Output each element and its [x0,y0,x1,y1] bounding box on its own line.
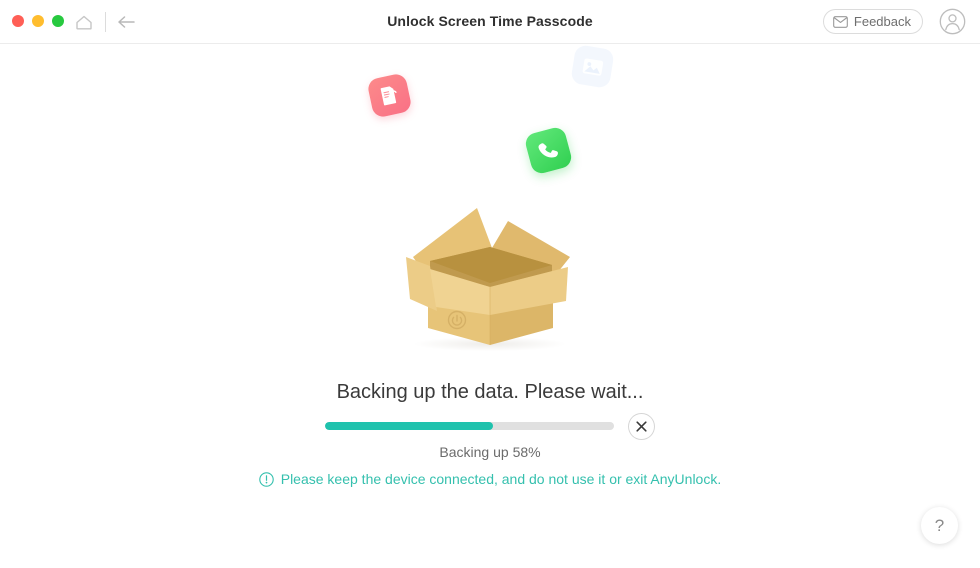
account-button[interactable] [939,8,966,35]
open-cardboard-box-illustration [380,195,600,360]
cardboard-box-icon [406,208,570,345]
app-window: Unlock Screen Time Passcode Feedback Bac… [0,0,980,568]
device-notice: Please keep the device connected, and do… [0,471,980,487]
feedback-button[interactable]: Feedback [822,9,923,34]
music-note-document-glyph [380,86,397,106]
photos-icon [570,44,615,89]
device-notice-text: Please keep the device connected, and do… [280,471,722,487]
close-icon [636,420,647,432]
picture-glyph [582,57,603,76]
progress-label: Backing up 58% [439,444,541,460]
envelope-icon [833,15,848,28]
title-bar: Unlock Screen Time Passcode Feedback [0,0,980,44]
music-document-icon [366,72,413,119]
phone-icon [523,125,574,176]
progress-bar [325,422,615,430]
cancel-button[interactable] [628,412,655,440]
status-title: Backing up the data. Please wait... [336,381,644,403]
progress-bar-fill [325,422,493,430]
phone-handset-glyph [538,143,558,158]
progress-row [325,412,655,440]
user-account-icon [939,8,966,35]
help-button[interactable]: ? [921,507,958,544]
feedback-label: Feedback [853,14,911,29]
exclamation-circle-icon [258,471,274,487]
